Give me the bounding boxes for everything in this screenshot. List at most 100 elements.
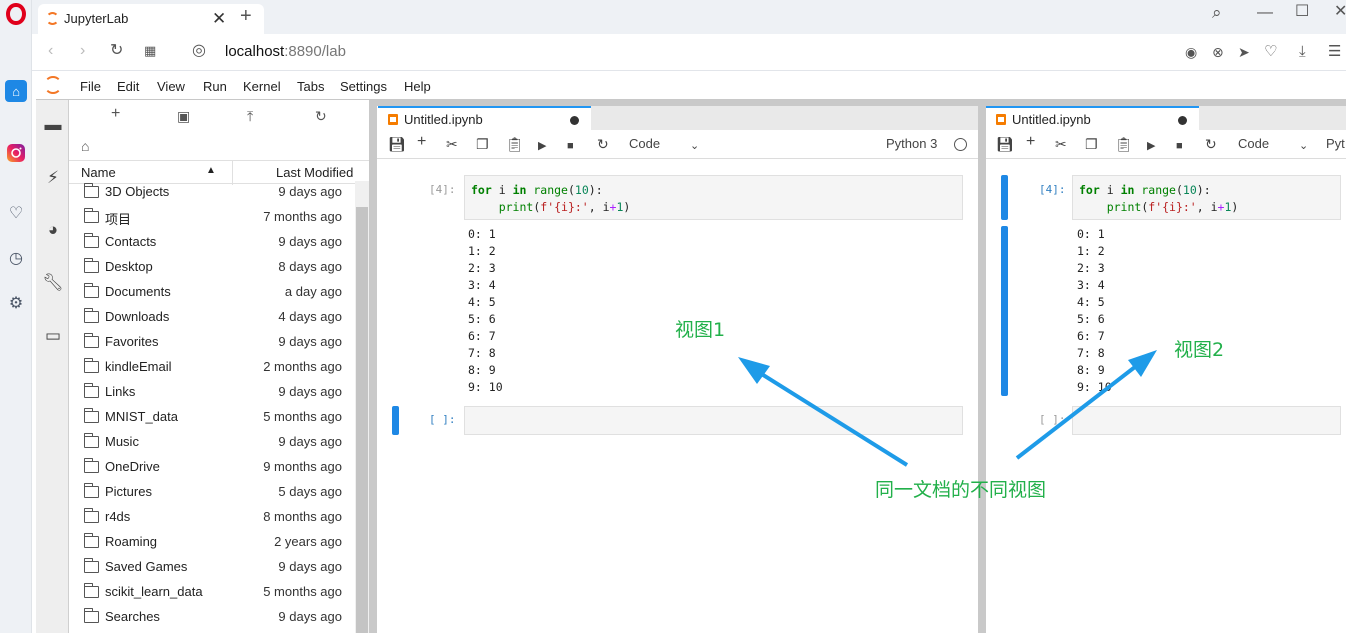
- home-folder-icon[interactable]: ⌂: [81, 138, 89, 154]
- notebook-tab-2[interactable]: Untitled.ipynb: [986, 106, 1199, 130]
- adblock-icon[interactable]: ⊗: [1212, 44, 1224, 60]
- file-row[interactable]: Documents a day ago: [81, 283, 356, 308]
- paste-icon[interactable]: 📋︎: [506, 137, 524, 151]
- file-row[interactable]: scikit_learn_data 5 months ago: [81, 583, 356, 608]
- easy-setup-icon[interactable]: ☰: [1328, 44, 1341, 60]
- file-row[interactable]: Links 9 days ago: [81, 383, 356, 408]
- file-row[interactable]: Favorites 9 days ago: [81, 333, 356, 358]
- file-row[interactable]: Music 9 days ago: [81, 433, 356, 458]
- file-row[interactable]: Roaming 2 years ago: [81, 533, 356, 558]
- notebook-tab-1[interactable]: Untitled.ipynb: [378, 106, 591, 130]
- tabs-icon[interactable]: ▭: [42, 326, 64, 348]
- empty-code-cell[interactable]: [464, 406, 963, 435]
- kernel-name[interactable]: Pyt: [1326, 137, 1345, 151]
- speed-dial-icon[interactable]: ▦: [144, 43, 156, 59]
- menu-tabs[interactable]: Tabs: [297, 79, 324, 94]
- home-icon[interactable]: ⌂: [5, 80, 27, 102]
- empty-code-cell[interactable]: [1072, 406, 1341, 435]
- file-row[interactable]: r4ds 8 months ago: [81, 508, 356, 533]
- chevron-down-icon[interactable]: ⌄: [1299, 139, 1308, 153]
- menu-kernel[interactable]: Kernel: [243, 79, 281, 94]
- minimize-icon[interactable]: —: [1257, 5, 1273, 21]
- copy-icon[interactable]: ❐: [476, 137, 489, 151]
- browser-tab-jupyterlab[interactable]: JupyterLab ✕: [38, 4, 264, 34]
- camera-icon[interactable]: ◉: [1185, 44, 1197, 60]
- menu-view[interactable]: View: [157, 79, 185, 94]
- kernel-name[interactable]: Python 3: [886, 137, 937, 151]
- file-row[interactable]: Downloads 4 days ago: [81, 308, 356, 333]
- new-launcher-icon[interactable]: +: [111, 105, 120, 123]
- new-tab-icon[interactable]: +: [240, 6, 252, 26]
- copy-icon[interactable]: ❐: [1085, 137, 1098, 151]
- menu-edit[interactable]: Edit: [117, 79, 139, 94]
- download-icon[interactable]: ⤓: [1299, 44, 1306, 60]
- menu-file[interactable]: File: [80, 79, 101, 94]
- url-field[interactable]: localhost:8890/lab: [225, 43, 346, 60]
- panel-divider[interactable]: [978, 100, 986, 633]
- file-row[interactable]: Saved Games 9 days ago: [81, 558, 356, 583]
- folder-icon[interactable]: ▬: [42, 115, 64, 137]
- history-icon[interactable]: ◷: [5, 247, 27, 269]
- insert-cell-icon[interactable]: +: [1026, 134, 1035, 150]
- file-row[interactable]: Contacts 9 days ago: [81, 233, 356, 258]
- maximize-icon[interactable]: ☐: [1295, 4, 1309, 20]
- forward-icon[interactable]: ›: [80, 43, 85, 59]
- send-icon[interactable]: ➤: [1238, 44, 1250, 60]
- wrench-icon[interactable]: 🔧︎: [42, 273, 64, 295]
- opera-logo-icon[interactable]: [6, 3, 26, 25]
- search-icon[interactable]: ⌕: [1212, 4, 1222, 21]
- file-name: Roaming: [105, 534, 158, 549]
- notebook-file-icon: [388, 114, 398, 125]
- close-tab-icon[interactable]: ✕: [212, 9, 226, 29]
- stop-icon[interactable]: ■: [567, 139, 574, 153]
- column-last-modified[interactable]: Last Modified: [276, 165, 353, 180]
- palette-icon[interactable]: ◕: [42, 220, 64, 242]
- unsaved-dot-icon[interactable]: [570, 116, 579, 125]
- new-folder-icon[interactable]: ▣: [177, 108, 190, 125]
- save-icon[interactable]: 💾︎: [996, 137, 1014, 151]
- running-icon[interactable]: ⚡: [42, 168, 64, 190]
- menu-settings[interactable]: Settings: [340, 79, 387, 94]
- run-icon[interactable]: ▶: [538, 139, 546, 153]
- unsaved-dot-icon[interactable]: [1178, 116, 1187, 125]
- close-window-icon[interactable]: ✕: [1334, 4, 1346, 20]
- insert-cell-icon[interactable]: +: [417, 134, 426, 150]
- cut-icon[interactable]: ✂: [1055, 137, 1067, 151]
- heart-icon[interactable]: ♡: [5, 202, 27, 224]
- menu-help[interactable]: Help: [404, 79, 431, 94]
- chevron-down-icon[interactable]: ⌄: [690, 139, 699, 153]
- save-icon[interactable]: 💾︎: [388, 137, 406, 151]
- file-row[interactable]: Desktop 8 days ago: [81, 258, 356, 283]
- restart-icon[interactable]: ↻: [597, 137, 609, 151]
- file-row[interactable]: MNIST_data 5 months ago: [81, 408, 356, 433]
- column-name[interactable]: Name: [81, 165, 116, 180]
- stop-icon[interactable]: ■: [1176, 139, 1183, 153]
- file-row[interactable]: 3D Objects 9 days ago: [81, 183, 356, 208]
- refresh-icon[interactable]: ↻: [315, 108, 327, 125]
- run-icon[interactable]: ▶: [1147, 139, 1155, 153]
- output-collapser[interactable]: [1001, 226, 1008, 396]
- code-cell-input[interactable]: for i in range(10): print(f'{i}:', i+1): [1072, 175, 1341, 220]
- file-row[interactable]: Pictures 5 days ago: [81, 483, 356, 508]
- back-icon[interactable]: ‹: [48, 43, 53, 59]
- instagram-icon[interactable]: [5, 142, 27, 164]
- file-list-scroll-thumb[interactable]: [356, 207, 368, 633]
- panel-divider[interactable]: [369, 100, 377, 633]
- file-row[interactable]: Searches 9 days ago: [81, 608, 356, 633]
- paste-icon[interactable]: 📋︎: [1115, 137, 1133, 151]
- file-row[interactable]: kindleEmail 2 months ago: [81, 358, 356, 383]
- settings-gear-icon[interactable]: ⚙: [5, 292, 27, 314]
- reload-icon[interactable]: ↻: [110, 43, 123, 59]
- bookmark-heart-icon[interactable]: ♡: [1264, 44, 1277, 60]
- menu-run[interactable]: Run: [203, 79, 227, 94]
- code-cell-input[interactable]: for i in range(10): print(f'{i}:', i+1): [464, 175, 963, 220]
- restart-icon[interactable]: ↻: [1205, 137, 1217, 151]
- cut-icon[interactable]: ✂: [446, 137, 458, 151]
- upload-icon[interactable]: ⤒: [247, 108, 253, 125]
- cell-type-select[interactable]: Code: [1238, 137, 1269, 151]
- cell-collapser[interactable]: [1001, 175, 1008, 220]
- cell-type-select[interactable]: Code: [629, 137, 660, 151]
- file-row[interactable]: 项目 7 months ago: [81, 208, 356, 233]
- file-row[interactable]: OneDrive 9 months ago: [81, 458, 356, 483]
- active-cell-marker[interactable]: [392, 406, 399, 435]
